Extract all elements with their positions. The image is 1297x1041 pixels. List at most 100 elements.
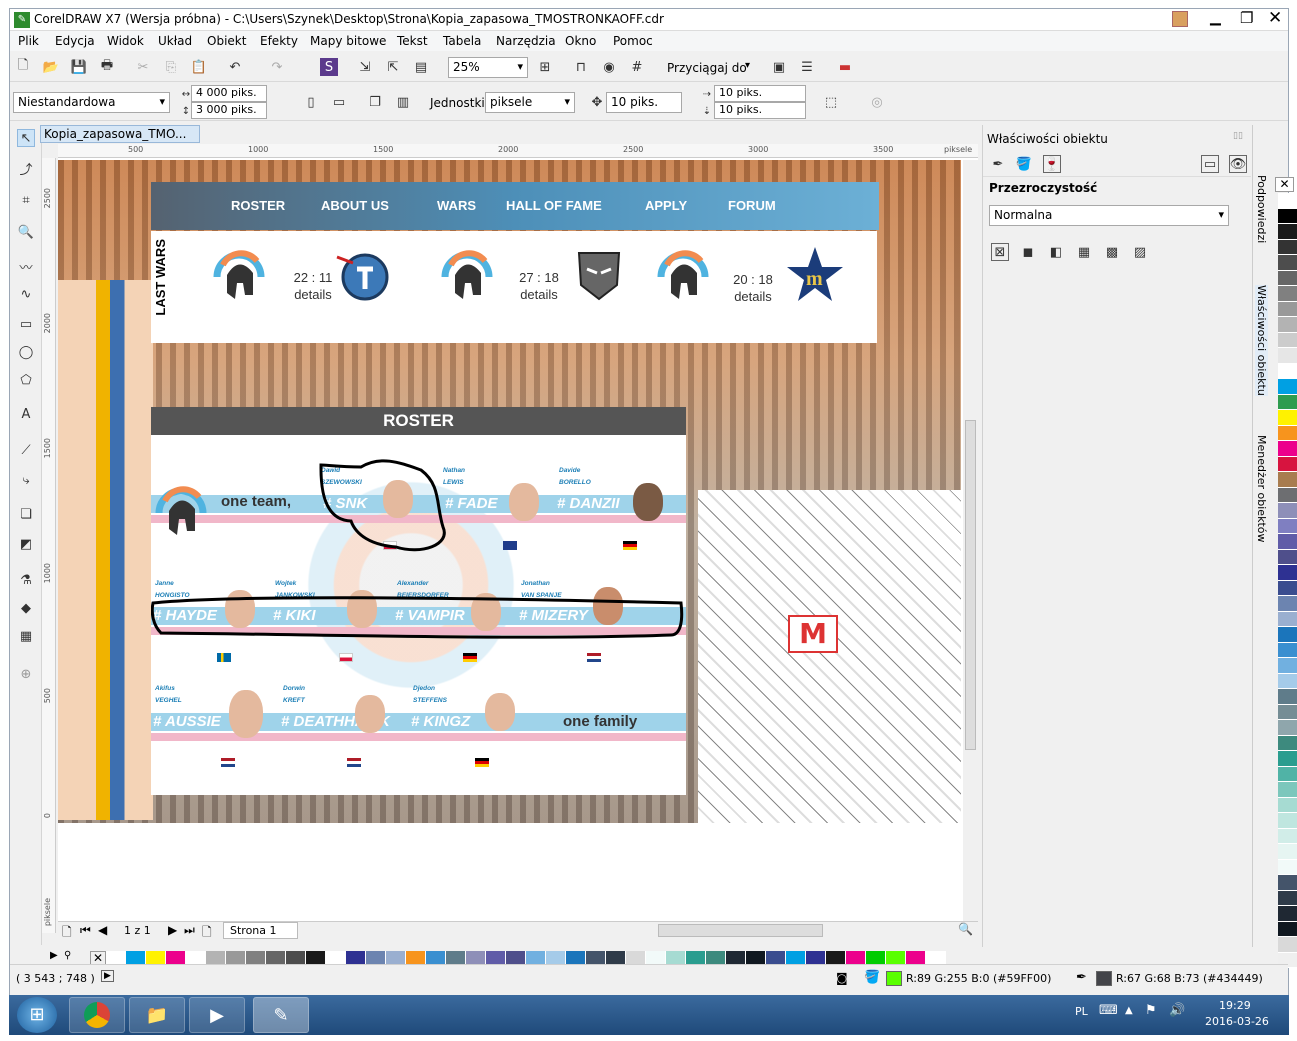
dimension-tool-icon[interactable]: ⟋ <box>17 441 35 459</box>
drop-shadow-tool-icon[interactable]: ❏ <box>17 505 35 523</box>
menu-uklad[interactable]: Układ <box>158 34 192 48</box>
text-tool-icon[interactable]: A <box>17 405 35 423</box>
bitmap-pattern-transparency-icon[interactable]: ▩ <box>1103 243 1121 261</box>
ellipse-tool-icon[interactable]: ◯ <box>17 343 35 361</box>
no-transparency-icon[interactable]: ⊠ <box>991 243 1009 261</box>
copy-icon[interactable]: ⎘ <box>162 58 180 76</box>
side-tab-hints[interactable]: Podpowiedzi <box>1255 175 1268 243</box>
page-tab-strona-1[interactable]: Strona 1 <box>223 922 298 939</box>
treat-as-filled-icon[interactable]: ⬚ <box>822 93 840 111</box>
palette-swatch-7[interactable] <box>1278 301 1297 317</box>
taskbar-coreldraw-icon[interactable]: ✎ <box>253 997 309 1033</box>
palette-swatch-20[interactable] <box>1278 503 1297 519</box>
clock-date[interactable]: 2016-03-26 <box>1205 1015 1269 1028</box>
menu-tabela[interactable]: Tabela <box>443 34 481 48</box>
menu-edycja[interactable]: Edycja <box>55 34 95 48</box>
taskbar-chrome-icon[interactable] <box>69 997 125 1033</box>
palette-swatch-6[interactable] <box>1278 286 1297 302</box>
vertical-ruler[interactable]: 2500 2000 1500 1000 500 0 piksele <box>42 158 56 933</box>
palette-swatch-36[interactable] <box>1278 751 1297 767</box>
polygon-tool-icon[interactable]: ⬠ <box>17 371 35 389</box>
outline-pen-status-icon[interactable]: ✒ <box>1076 970 1087 985</box>
portrait-icon[interactable]: ▯ <box>302 93 320 111</box>
open-icon[interactable]: 📂 <box>42 58 60 76</box>
cut-icon[interactable]: ✂ <box>134 58 152 76</box>
palette-swatch-46[interactable] <box>1278 906 1297 922</box>
design-page[interactable]: M ROSTER ABOUT US WARS HALL OF FAME APPL… <box>58 160 961 823</box>
palette-swatch-1[interactable] <box>1278 208 1297 224</box>
add-page-icon[interactable]: 🗋 <box>62 923 72 944</box>
save-icon[interactable]: 💾 <box>70 58 88 76</box>
view-icon[interactable]: ◉ <box>600 58 618 76</box>
welcome-screen-icon[interactable]: ▬ <box>836 58 854 76</box>
menu-narzedzia[interactable]: Narzędzia <box>496 34 556 48</box>
palette-swatch-40[interactable] <box>1278 813 1297 829</box>
palette-swatch-10[interactable] <box>1278 348 1297 364</box>
options-icon[interactable]: ▣ <box>770 58 788 76</box>
clock-time[interactable]: 19:29 <box>1219 999 1251 1012</box>
menu-plik[interactable]: Plik <box>18 34 39 48</box>
palette-swatch-14[interactable] <box>1278 410 1297 426</box>
prev-page-icon[interactable]: ◀ <box>98 923 107 937</box>
all-pages-icon[interactable]: ❐ <box>366 93 384 111</box>
page-preset-select[interactable]: Niestandardowa <box>13 92 170 113</box>
palette-swatch-47[interactable] <box>1278 921 1297 937</box>
palette-swatch-48[interactable] <box>1278 937 1297 953</box>
vertical-scroll-thumb[interactable] <box>965 420 976 750</box>
smart-fill-icon[interactable]: ▦ <box>17 627 35 645</box>
status-menu-icon[interactable]: ▶ <box>101 970 114 982</box>
grid-icon[interactable]: # <box>628 58 646 76</box>
language-indicator[interactable]: PL <box>1075 1005 1088 1018</box>
texture-transparency-icon[interactable]: ▨ <box>1131 243 1149 261</box>
menu-obiekt[interactable]: Obiekt <box>207 34 246 48</box>
palette-swatch-4[interactable] <box>1278 255 1297 271</box>
side-tab-object-manager[interactable]: Menedżer obiektów <box>1255 435 1268 543</box>
palette-swatch-38[interactable] <box>1278 782 1297 798</box>
add-tool-icon[interactable]: ⊕ <box>17 665 35 683</box>
palette-eyedropper-icon[interactable]: ⚲ <box>64 950 71 961</box>
palette-swatch-22[interactable] <box>1278 534 1297 550</box>
palette-swatch-18[interactable] <box>1278 472 1297 488</box>
minimize-button[interactable]: ▁ <box>1210 10 1221 26</box>
page-width-field[interactable]: 4 000 piks. <box>191 85 267 102</box>
next-page-icon[interactable]: ▶ <box>168 923 177 937</box>
uniform-transparency-icon[interactable]: ◼ <box>1019 243 1037 261</box>
palette-swatch-39[interactable] <box>1278 797 1297 813</box>
network-icon[interactable]: ⚑ <box>1145 1003 1157 1018</box>
new-document-icon[interactable]: 🗋 <box>14 58 32 76</box>
pick-tool-icon[interactable]: ↖ <box>17 129 35 147</box>
palette-swatch-16[interactable] <box>1278 441 1297 457</box>
palette-swatch-17[interactable] <box>1278 456 1297 472</box>
redo-icon[interactable]: ↷ <box>268 58 286 76</box>
docker-frame-icon[interactable]: ▭ <box>1201 155 1219 173</box>
last-page-icon[interactable]: ⏭ <box>184 923 195 938</box>
snap-to-dropdown[interactable]: Przyciągaj do <box>667 61 747 75</box>
crop-tool-icon[interactable]: ⌗ <box>17 191 35 209</box>
page-height-field[interactable]: 3 000 piks. <box>191 102 267 119</box>
palette-swatch-23[interactable] <box>1278 549 1297 565</box>
menu-efekty[interactable]: Efekty <box>260 34 298 48</box>
zoom-navigator-icon[interactable]: 🔍 <box>958 922 973 936</box>
vector-pattern-transparency-icon[interactable]: ▦ <box>1075 243 1093 261</box>
palette-no-color[interactable]: ✕ <box>1275 177 1294 192</box>
outline-pen-icon[interactable]: ✒ <box>989 155 1007 173</box>
user-icon[interactable] <box>1172 11 1188 27</box>
fountain-transparency-icon[interactable]: ◧ <box>1047 243 1065 261</box>
horizontal-scroll-thumb[interactable] <box>658 924 823 937</box>
palette-swatch-43[interactable] <box>1278 859 1297 875</box>
palette-swatch-37[interactable] <box>1278 766 1297 782</box>
palette-swatch-33[interactable] <box>1278 704 1297 720</box>
palette-swatch-11[interactable] <box>1278 363 1297 379</box>
volume-icon[interactable]: 🔊 <box>1169 1003 1185 1018</box>
palette-swatch-42[interactable] <box>1278 844 1297 860</box>
full-screen-icon[interactable]: ⊞ <box>536 58 554 76</box>
side-tab-object-properties[interactable]: Właściwości obiektu <box>1255 285 1268 396</box>
lock-icon[interactable]: ◎ <box>868 93 886 111</box>
palette-swatch-15[interactable] <box>1278 425 1297 441</box>
palette-swatch-5[interactable] <box>1278 270 1297 286</box>
snap-chevron-down-icon[interactable]: ▾ <box>745 60 750 71</box>
taskbar-explorer-icon[interactable]: 📁 <box>129 997 185 1033</box>
palette-swatch-31[interactable] <box>1278 673 1297 689</box>
paste-icon[interactable]: 📋 <box>190 58 208 76</box>
fill-bucket-icon[interactable]: 🪣 <box>1015 155 1033 173</box>
